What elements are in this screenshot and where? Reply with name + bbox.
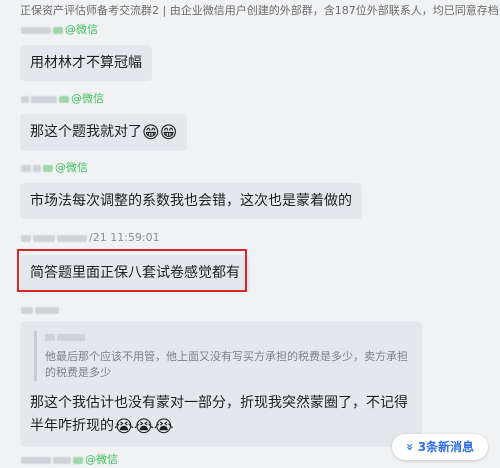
message-bubble[interactable]: 用材林才不算冠幅 <box>20 45 152 81</box>
message-bubble[interactable]: 简答题里面正保八套试卷感觉都有 <box>20 255 250 291</box>
grin-emoji-icon: 😁😁 <box>142 123 178 143</box>
sender-name: @微信 <box>21 91 104 107</box>
crying-emoji-icon: 😭😭😭 <box>114 417 174 437</box>
new-messages-button[interactable]: »3条新消息 <box>392 434 488 460</box>
quoted-text: 他最后那个应该不用管，他上面又没有写买方承担的税费是多少，卖方承担的税费是多少 <box>45 350 408 379</box>
quoted-sender <box>45 331 408 345</box>
message-bubble[interactable]: 市场法每次调整的系数我也会错，这次也是蒙着做的 <box>20 183 362 219</box>
sender-name: @微信 <box>21 160 88 176</box>
quoted-message[interactable]: 他最后那个应该不用管，他上面又没有写买方承担的税费是多少，卖方承担的税费是多少 <box>34 331 408 381</box>
sender-name: /21 11:59:01 <box>21 230 160 246</box>
chat-title: 正保资产评估师备考交流群2 | 由企业微信用户创建的外部群，含187位外部联系人… <box>0 0 500 22</box>
sender-name: @微信 <box>21 452 118 468</box>
reply-message-bubble[interactable]: 他最后那个应该不用管，他上面又没有写买方承担的税费是多少，卖方承担的税费是多少 … <box>20 321 422 447</box>
sender-name <box>21 302 61 318</box>
blurred-name <box>21 26 51 34</box>
message-bubble[interactable]: 那这个题我就对了😁😁 <box>20 114 188 151</box>
reply-text: 那这个我估计也没有蒙对一部分，折现我突然蒙圈了，不记得半年咋折现的😭😭😭 <box>30 395 408 437</box>
double-chevron-down-icon: » <box>402 443 417 451</box>
sender-name: @微信 <box>21 22 98 38</box>
